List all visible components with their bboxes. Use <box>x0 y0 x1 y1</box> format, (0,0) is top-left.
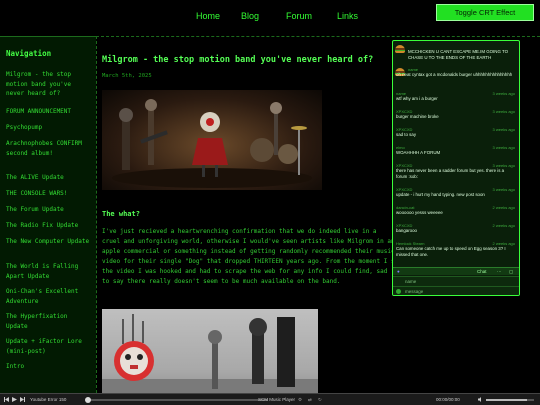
chat-expand-icon[interactable]: ▢ <box>509 269 513 275</box>
chat-message-text: woooooo yesss weeeee <box>396 210 443 215</box>
chat-message: elmo 3 weeks ago WOAHHHH A FORUM <box>393 145 519 161</box>
nav-blog-link[interactable]: Blog <box>241 11 259 21</box>
top-nav: Home Blog Forum Links Toggle CRT Effect <box>0 0 540 36</box>
puppet-photo <box>102 309 318 393</box>
chat-tab-bar: ● Chat ⋯ ▢ <box>393 267 519 275</box>
chat-message-text: Can someone catch me up to speed on Egg … <box>396 246 506 257</box>
chat-message: name oh neat cyntax got a mcdonalds burg… <box>393 67 519 89</box>
chat-message: XPXCXD 3 weeks ago sad to say <box>393 127 519 143</box>
previous-icon[interactable] <box>4 397 9 402</box>
chat-name-placeholder: name <box>405 279 417 284</box>
toggle-crt-button[interactable]: Toggle CRT Effect <box>436 4 534 21</box>
seek-bar-left[interactable] <box>88 399 268 401</box>
sidebar-item-oni-chan[interactable]: Oni-Chan's Excellent Adventure <box>6 287 92 306</box>
band-stage-photo <box>102 90 322 190</box>
chat-message-text: sad to say <box>396 132 417 137</box>
chat-message: XPXCXD 3 weeks ago update - i hurt my ha… <box>393 187 519 203</box>
sidebar-item-milgrom[interactable]: Milgrom - the stop motion band you've ne… <box>6 70 92 99</box>
play-icon[interactable] <box>12 397 17 402</box>
sidebar-item-radio-fix-update[interactable]: The Radio Fix Update <box>6 221 92 231</box>
chat-message: dancin-cat 2 weeks ago woooooo yesss wee… <box>393 205 519 221</box>
volume-icon[interactable] <box>478 397 483 402</box>
volume-slider-fill <box>486 399 527 401</box>
next-icon[interactable] <box>20 397 25 402</box>
sidebar-item-ifactor-lore[interactable]: Update + iFactor Lore (mini-post) <box>6 337 92 356</box>
chat-message: Hemlock Stearn 2 weeks ago Can someone c… <box>393 241 519 265</box>
sidebar-item-hyperfixation[interactable]: The Hyperfixation Update <box>6 312 92 331</box>
time-display: 00:00/00:00 <box>436 397 460 402</box>
chat-message-text: wtf why am i a burger <box>396 96 438 101</box>
chat-message-text: there has never been a sadder forum but … <box>396 168 505 179</box>
band-stage-illustration <box>112 99 312 188</box>
sidebar-item-arachnophobes[interactable]: Arachnophobes CONFIRM second album! <box>6 139 92 158</box>
repeat-icon[interactable]: ↻ <box>318 397 322 403</box>
sidebar-item-forum-announcement[interactable]: FORUM ANNOUNCEMENT <box>6 107 92 117</box>
chat-message: XPXCXD 3 weeks ago burger machine broke <box>393 109 519 125</box>
chat-message-text: burger machine broke <box>396 114 439 119</box>
sidebar-title: Navigation <box>6 49 52 58</box>
chat-name-field[interactable]: name <box>393 276 519 286</box>
shuffle-icon[interactable]: ⇄ <box>308 397 312 403</box>
now-playing-left: Youtube Error 150 <box>30 397 67 402</box>
chat-message: name 3 weeks ago wtf why am i a burger <box>393 91 519 107</box>
tab-chat[interactable]: Chat <box>477 269 487 274</box>
burger-avatar-icon <box>395 45 405 53</box>
post-date: March 5th, 2025 <box>102 73 152 79</box>
sidebar-item-world-falling-apart[interactable]: The World is Falling Apart Update <box>6 262 92 281</box>
sidebar-item-psychopump[interactable]: Psychopump <box>6 123 92 133</box>
sidebar-item-new-computer-update[interactable]: The New Computer Update <box>6 237 92 247</box>
chat-options-icon[interactable]: ⋯ <box>497 269 502 275</box>
nav-forum-link[interactable]: Forum <box>286 11 312 21</box>
chat-message-text: MCCHICKEN U CANT ESCAPE ME.IM GOING TO C… <box>408 49 509 60</box>
chat-user-icon[interactable]: ● <box>397 269 400 274</box>
chat-message: XPXCXD 2 weeks ago bangarooo <box>393 223 519 239</box>
chat-widget: MCCHICKEN U CANT ESCAPE ME.IM GOING TO C… <box>392 40 520 296</box>
chat-message-field[interactable]: message <box>393 286 519 295</box>
chat-message-text: update - i hurt my hand typing. new post… <box>396 192 485 197</box>
chat-message-text: bangarooo <box>396 228 417 233</box>
sidebar-item-intro[interactable]: Intro <box>6 362 92 372</box>
settings-icon[interactable]: ⚙ <box>298 397 302 403</box>
chat-message-text: oh neat cyntax got a mcdonalds burger uh… <box>396 72 513 77</box>
emoji-icon[interactable] <box>396 289 401 294</box>
chat-message: XPXCXD 3 weeks ago there has never been … <box>393 163 519 185</box>
seek-knob-left[interactable] <box>85 397 91 403</box>
sidebar-item-forum-update[interactable]: The Forum Update <box>6 205 92 215</box>
section-heading: The what? <box>102 210 140 218</box>
chat-message: MCCHICKEN U CANT ESCAPE ME.IM GOING TO C… <box>393 43 519 65</box>
volume-slider[interactable] <box>486 399 534 401</box>
player-title: SCM Music Player <box>258 397 296 402</box>
sidebar: Navigation Milgrom - the stop motion ban… <box>0 36 96 393</box>
sidebar-item-alive-update[interactable]: The ALIVE Update <box>6 173 92 183</box>
post-title: Milgrom - the stop motion band you've ne… <box>102 55 374 65</box>
chat-message-text: WOAHHHH A FORUM <box>396 150 441 155</box>
sidebar-item-console-wars[interactable]: THE CONSOLE WARS! <box>6 189 92 199</box>
nav-home-link[interactable]: Home <box>196 11 220 21</box>
chat-message-placeholder: message <box>405 289 424 294</box>
music-player-bar: Youtube Error 150 SCM Music Player ⚙ ⇄ ↻… <box>0 393 540 405</box>
puppet-illustration <box>102 314 318 393</box>
nav-links-link[interactable]: Links <box>337 11 358 21</box>
